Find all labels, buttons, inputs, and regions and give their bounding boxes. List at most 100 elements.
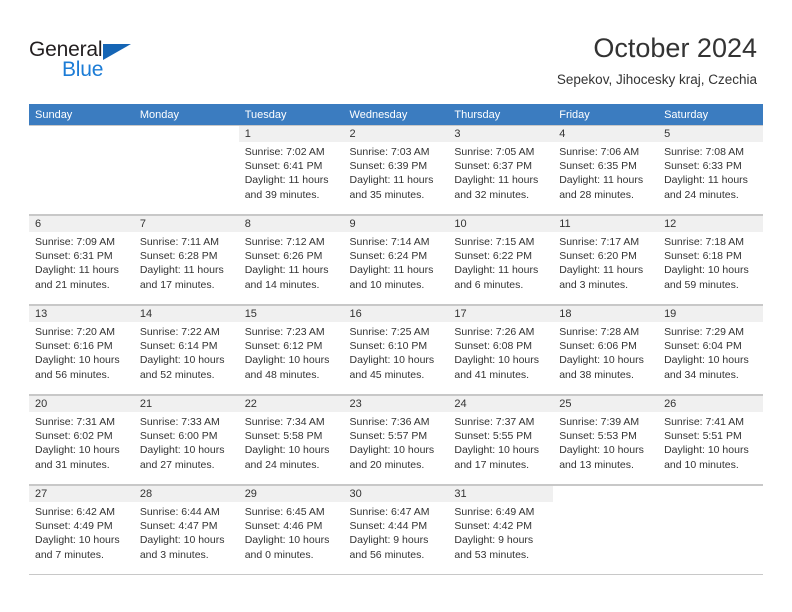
daylight-text-line1: Daylight: 10 hours [559,354,644,367]
daylight-text-line1: Daylight: 11 hours [454,174,539,187]
calendar-week-row: 27 Sunrise: 6:42 AM Sunset: 4:49 PM Dayligh… [29,485,763,575]
daylight-text-line2: and 59 minutes. [664,278,739,291]
day-number: 28 [133,486,239,502]
day-details: Sunrise: 6:44 AM Sunset: 4:47 PM Daylight:… [134,502,239,562]
calendar-body: 1 Sunrise: 7:02 AM Sunset: 6:41 PM Daylight… [29,125,763,575]
day-details: Sunrise: 6:45 AM Sunset: 4:46 PM Daylight:… [239,502,344,562]
calendar-cell [553,485,659,575]
calendar-day[interactable]: 3 Sunrise: 7:05 AM Sunset: 6:37 PM Daylight… [448,125,554,215]
calendar-day[interactable]: 20 Sunrise: 7:31 AM Sunset: 6:02 PM Dayligh… [29,395,134,485]
calendar-day[interactable]: 11 Sunrise: 7:17 AM Sunset: 6:20 PM Dayligh… [553,215,659,305]
calendar-day[interactable]: 27 Sunrise: 6:42 AM Sunset: 4:49 PM Dayligh… [29,485,134,575]
calendar-cell: 5 Sunrise: 7:08 AM Sunset: 6:33 PM Daylight… [658,125,763,215]
calendar-cell: 29 Sunrise: 6:45 AM Sunset: 4:46 PM Dayligh… [238,485,344,575]
calendar-day[interactable]: 30 Sunrise: 6:47 AM Sunset: 4:44 PM Dayligh… [343,485,449,575]
daylight-text-line1: Daylight: 11 hours [664,174,748,187]
generalblue-logo[interactable]: General Blue [29,38,159,84]
day-details: Sunrise: 7:05 AM Sunset: 6:37 PM Daylight:… [448,142,553,202]
day-number: 22 [238,396,344,412]
title-block: October 2024 Sepekov, Jihocesky kraj, Cz… [557,32,757,89]
calendar-cell: 24 Sunrise: 7:37 AM Sunset: 5:55 PM Dayligh… [448,395,554,485]
sunset-text: Sunset: 4:46 PM [244,520,323,533]
daylight-text-line2: and 32 minutes. [454,188,530,201]
daylight-text-line1: Daylight: 10 hours [559,444,644,457]
weekday-header-tuesday: Tuesday [238,104,344,125]
calendar-week-row: 6 Sunrise: 7:09 AM Sunset: 6:31 PM Daylight… [29,215,763,305]
daylight-text-line1: Daylight: 10 hours [664,264,749,277]
day-details [553,502,658,505]
daylight-text-line1: Daylight: 9 hours [454,534,534,547]
calendar-day[interactable]: 6 Sunrise: 7:09 AM Sunset: 6:31 PM Daylight… [29,215,134,305]
daylight-text-line2: and 6 minutes. [454,278,524,291]
calendar-day[interactable]: 29 Sunrise: 6:45 AM Sunset: 4:46 PM Dayligh… [238,485,344,575]
calendar-week-row: 20 Sunrise: 7:31 AM Sunset: 6:02 PM Dayligh… [29,395,763,485]
sunset-text: Sunset: 5:51 PM [664,430,742,443]
calendar-day[interactable]: 16 Sunrise: 7:25 AM Sunset: 6:10 PM Dayligh… [343,305,449,395]
sunrise-text: Sunrise: 6:47 AM [349,506,430,518]
daylight-text-line2: and 24 minutes. [664,188,739,201]
sunset-text: Sunset: 5:58 PM [244,430,323,443]
calendar-day[interactable]: 21 Sunrise: 7:33 AM Sunset: 6:00 PM Dayligh… [133,395,239,485]
daylight-text-line2: and 28 minutes. [559,188,634,201]
daylight-text-line1: Daylight: 10 hours [139,354,225,367]
daylight-text-line2: and 14 minutes. [244,278,320,291]
sunset-text: Sunset: 4:49 PM [35,520,113,533]
calendar-day[interactable]: 7 Sunrise: 7:11 AM Sunset: 6:28 PM Daylight… [133,215,239,305]
day-number: 8 [238,216,344,232]
calendar-day[interactable]: 18 Sunrise: 7:28 AM Sunset: 6:06 PM Dayligh… [553,305,659,395]
daylight-text-line2: and 3 minutes. [559,278,629,291]
sunset-text: Sunset: 6:10 PM [349,340,428,353]
day-number [29,126,134,142]
calendar-cell: 11 Sunrise: 7:17 AM Sunset: 6:20 PM Dayligh… [553,215,659,305]
weekday-header-friday: Friday [553,104,659,125]
sunset-text: Sunset: 6:06 PM [559,340,637,353]
calendar-day[interactable]: 2 Sunrise: 7:03 AM Sunset: 6:39 PM Daylight… [343,125,449,215]
daylight-text-line1: Daylight: 10 hours [454,444,540,457]
day-number: 17 [448,306,554,322]
daylight-text-line2: and 45 minutes. [349,368,425,381]
calendar-day[interactable]: 15 Sunrise: 7:23 AM Sunset: 6:12 PM Dayligh… [238,305,344,395]
calendar-cell: 4 Sunrise: 7:06 AM Sunset: 6:35 PM Daylight… [553,125,659,215]
day-number: 5 [658,126,763,142]
calendar-day[interactable]: 25 Sunrise: 7:39 AM Sunset: 5:53 PM Dayligh… [553,395,659,485]
calendar-cell: 9 Sunrise: 7:14 AM Sunset: 6:24 PM Daylight… [343,215,449,305]
calendar-day[interactable]: 14 Sunrise: 7:22 AM Sunset: 6:14 PM Dayligh… [133,305,239,395]
day-number: 15 [238,306,344,322]
calendar-day[interactable]: 23 Sunrise: 7:36 AM Sunset: 5:57 PM Dayligh… [343,395,449,485]
day-details: Sunrise: 7:06 AM Sunset: 6:35 PM Daylight:… [553,142,658,202]
calendar-day[interactable]: 28 Sunrise: 6:44 AM Sunset: 4:47 PM Dayligh… [133,485,239,575]
day-number: 18 [553,306,659,322]
calendar-day[interactable]: 5 Sunrise: 7:08 AM Sunset: 6:33 PM Daylight… [658,125,763,215]
calendar-day[interactable]: 4 Sunrise: 7:06 AM Sunset: 6:35 PM Daylight… [553,125,659,215]
daylight-text-line1: Daylight: 11 hours [139,264,224,277]
calendar-day[interactable]: 13 Sunrise: 7:20 AM Sunset: 6:16 PM Dayligh… [29,305,134,395]
sunset-text: Sunset: 4:47 PM [139,520,218,533]
calendar-day[interactable]: 22 Sunrise: 7:34 AM Sunset: 5:58 PM Dayligh… [238,395,344,485]
sunset-text: Sunset: 6:16 PM [35,340,113,353]
daylight-text-line2: and 20 minutes. [349,458,425,471]
calendar-day[interactable]: 26 Sunrise: 7:41 AM Sunset: 5:51 PM Dayligh… [658,395,763,485]
calendar-day[interactable]: 9 Sunrise: 7:14 AM Sunset: 6:24 PM Daylight… [343,215,449,305]
sunset-text: Sunset: 5:57 PM [349,430,428,443]
sunrise-text: Sunrise: 7:34 AM [244,416,325,428]
day-details: Sunrise: 7:20 AM Sunset: 6:16 PM Daylight:… [29,322,134,382]
daylight-text-line1: Daylight: 11 hours [559,264,644,277]
calendar-day[interactable]: 19 Sunrise: 7:29 AM Sunset: 6:04 PM Dayligh… [658,305,763,395]
day-details: Sunrise: 7:29 AM Sunset: 6:04 PM Daylight:… [658,322,763,382]
day-number [553,486,658,502]
day-number: 31 [448,486,554,502]
sunrise-text: Sunrise: 7:08 AM [664,146,745,158]
day-details: Sunrise: 7:18 AM Sunset: 6:18 PM Daylight:… [658,232,763,292]
sunset-text: Sunset: 4:44 PM [349,520,428,533]
calendar-cell: 7 Sunrise: 7:11 AM Sunset: 6:28 PM Daylight… [133,215,239,305]
calendar-day[interactable]: 10 Sunrise: 7:15 AM Sunset: 6:22 PM Dayligh… [448,215,554,305]
calendar-day[interactable]: 1 Sunrise: 7:02 AM Sunset: 6:41 PM Daylight… [238,125,344,215]
day-details: Sunrise: 7:37 AM Sunset: 5:55 PM Daylight:… [448,412,553,472]
calendar-day[interactable]: 31 Sunrise: 6:49 AM Sunset: 4:42 PM Dayligh… [448,485,554,575]
day-details: Sunrise: 7:23 AM Sunset: 6:12 PM Daylight:… [239,322,344,382]
calendar-day[interactable]: 8 Sunrise: 7:12 AM Sunset: 6:26 PM Daylight… [238,215,344,305]
sunset-text: Sunset: 6:33 PM [664,160,742,173]
calendar-day[interactable]: 17 Sunrise: 7:26 AM Sunset: 6:08 PM Dayligh… [448,305,554,395]
calendar-day[interactable]: 12 Sunrise: 7:18 AM Sunset: 6:18 PM Dayligh… [658,215,763,305]
calendar-day[interactable]: 24 Sunrise: 7:37 AM Sunset: 5:55 PM Dayligh… [448,395,554,485]
